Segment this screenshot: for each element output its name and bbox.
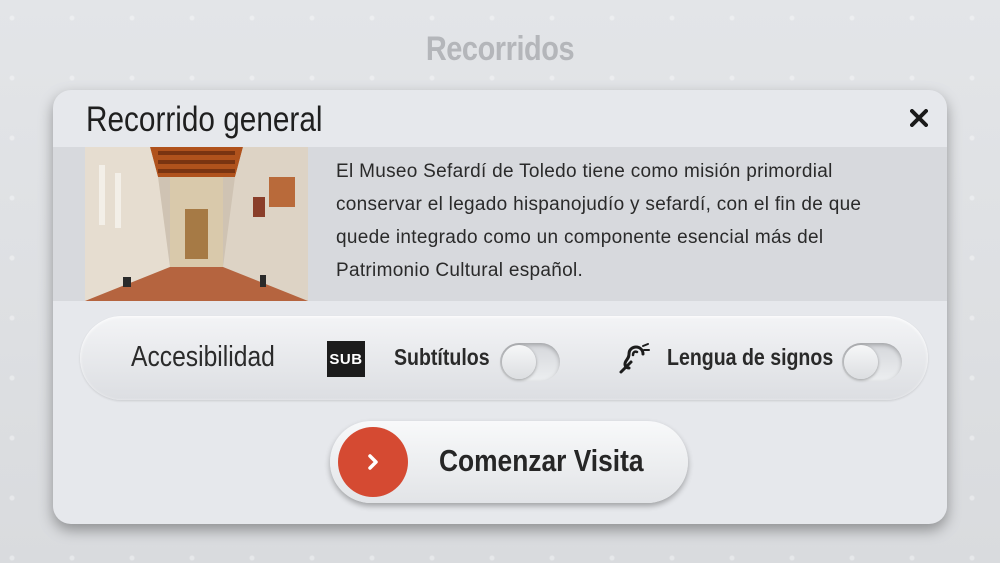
accessibility-bar: Accesibilidad SUB Subtítulos Lengua de s… xyxy=(80,316,928,400)
chevron-right-icon xyxy=(368,454,378,470)
page-title: Recorridos xyxy=(425,30,575,68)
info-band: El Museo Sefardí de Toledo tiene como mi… xyxy=(53,147,947,301)
subtitles-icon: SUB xyxy=(327,341,365,377)
toggle-knob xyxy=(502,345,536,379)
subtitles-label: Subtítulos xyxy=(394,344,490,370)
museum-interior-image xyxy=(85,147,308,301)
subtitles-toggle[interactable] xyxy=(500,343,560,381)
sign-language-toggle[interactable] xyxy=(842,343,902,381)
start-circle xyxy=(338,427,408,497)
accessibility-label: Accesibilidad xyxy=(131,341,275,373)
hearing-assist-icon xyxy=(619,343,650,374)
close-icon xyxy=(910,109,928,127)
tour-description: El Museo Sefardí de Toledo tiene como mi… xyxy=(336,161,862,281)
sign-language-label: Lengua de signos xyxy=(667,344,834,370)
start-visit-label: Comenzar Visita xyxy=(439,443,644,478)
close-button[interactable] xyxy=(905,104,933,132)
modal-title: Recorrido general xyxy=(86,100,323,139)
tour-modal: Recorrido general El Museo Sefardí de To… xyxy=(53,90,947,524)
start-visit-button[interactable]: Comenzar Visita xyxy=(330,421,688,503)
toggle-knob xyxy=(844,345,878,379)
